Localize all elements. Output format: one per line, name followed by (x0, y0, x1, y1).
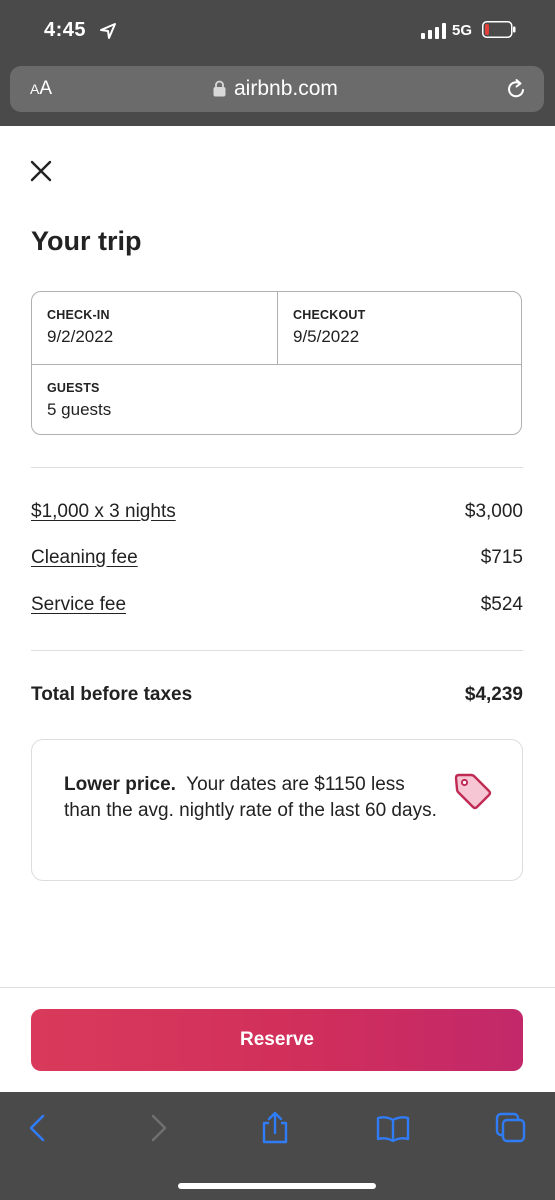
guests-field[interactable]: GUESTS 5 guests (32, 365, 521, 434)
network-type: 5G (452, 22, 473, 39)
price-row-service: Service fee $524 (31, 594, 523, 620)
service-fee-amount: $524 (480, 594, 523, 615)
service-fee-link[interactable]: Service fee (31, 594, 126, 616)
checkout-label: CHECKOUT (293, 308, 366, 322)
close-icon[interactable] (26, 156, 56, 186)
signal-icon (421, 23, 446, 39)
bookmarks-icon[interactable] (375, 1110, 411, 1146)
lower-price-notice: Lower price. Your dates are $1150 less t… (31, 739, 523, 881)
location-arrow-icon (100, 23, 116, 39)
nights-price-link[interactable]: $1,000 x 3 nights (31, 501, 176, 523)
total-amount: $4,239 (464, 684, 523, 705)
share-icon[interactable] (257, 1110, 293, 1146)
promo-headline: Lower price. (64, 774, 176, 795)
price-tag-icon (454, 773, 492, 810)
text-size-button[interactable]: AA (30, 78, 52, 100)
back-icon[interactable] (20, 1110, 56, 1146)
guests-value: 5 guests (47, 400, 112, 419)
guests-label: GUESTS (47, 381, 100, 395)
checkin-field[interactable]: CHECK-IN 9/2/2022 (32, 292, 277, 364)
home-indicator (178, 1183, 376, 1189)
price-row-cleaning: Cleaning fee $715 (31, 547, 523, 573)
browser-top-chrome: 4:45 5G AA airbnb.com (0, 0, 555, 126)
forward-icon[interactable] (140, 1110, 176, 1146)
cleaning-fee-link[interactable]: Cleaning fee (31, 547, 138, 569)
divider (31, 467, 523, 468)
cleaning-fee-amount: $715 (480, 547, 523, 568)
checkout-value: 9/5/2022 (293, 327, 360, 346)
status-time: 4:45 (44, 19, 87, 41)
divider (0, 987, 555, 988)
page-title: Your trip (31, 226, 142, 256)
checkout-field[interactable]: CHECKOUT 9/5/2022 (278, 292, 521, 364)
reload-icon[interactable] (504, 77, 528, 101)
lock-icon (213, 80, 226, 97)
price-row-nights: $1,000 x 3 nights $3,000 (31, 501, 523, 527)
total-label: Total before taxes (31, 684, 193, 705)
browser-bottom-toolbar (0, 1092, 555, 1200)
tabs-icon[interactable] (493, 1110, 529, 1146)
url-text[interactable]: airbnb.com (234, 77, 338, 101)
checkin-value: 9/2/2022 (47, 327, 114, 346)
nights-price-amount: $3,000 (464, 501, 523, 522)
promo-text: Lower price. Your dates are $1150 less t… (64, 772, 439, 824)
address-bar[interactable]: AA airbnb.com (10, 66, 544, 112)
checkin-label: CHECK-IN (47, 308, 110, 322)
trip-details-box: CHECK-IN 9/2/2022 CHECKOUT 9/5/2022 GUES… (31, 291, 522, 435)
battery-icon (482, 21, 516, 38)
reserve-button[interactable]: Reserve (31, 1009, 523, 1071)
divider (31, 650, 523, 651)
